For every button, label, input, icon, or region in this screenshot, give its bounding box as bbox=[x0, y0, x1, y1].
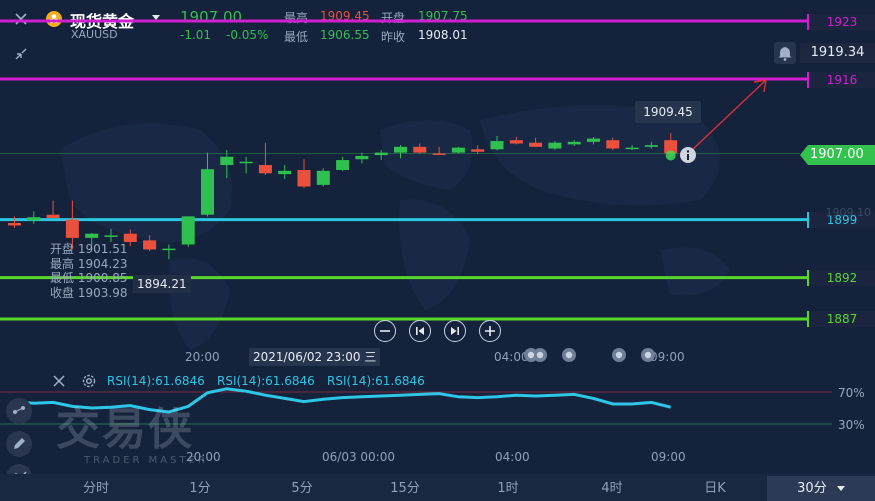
candle-body-24 bbox=[471, 149, 485, 152]
candle-body-27 bbox=[529, 142, 543, 147]
candle-body-22 bbox=[432, 153, 446, 155]
ohlc-low-label: 最低 bbox=[50, 271, 75, 285]
low-marker: 1894.21 bbox=[133, 275, 191, 293]
candle-body-5 bbox=[104, 235, 118, 237]
candle-body-26 bbox=[509, 140, 523, 144]
watermark-logo: 交易侠 bbox=[56, 404, 194, 455]
level-tag-1887[interactable]: 1887 bbox=[807, 311, 875, 327]
candle-body-16 bbox=[316, 170, 330, 185]
ohlc-high-label: 最高 bbox=[50, 256, 75, 271]
candle-body-19 bbox=[374, 152, 388, 156]
tab-daily[interactable]: 日K bbox=[685, 476, 745, 501]
candle-body-20 bbox=[394, 146, 407, 153]
ohlc-high-value: 1904.23 bbox=[77, 256, 128, 271]
candle-body-12 bbox=[239, 161, 253, 164]
candle-body-18 bbox=[355, 155, 369, 160]
candle-body-7 bbox=[143, 240, 157, 250]
candle-body-15 bbox=[297, 170, 311, 187]
event-markers[interactable] bbox=[520, 346, 670, 366]
tab-4hour[interactable]: 4时 bbox=[582, 476, 642, 501]
tab-30min-selected[interactable]: 30分 bbox=[767, 476, 875, 501]
time-label-1: 20:00 bbox=[185, 350, 220, 364]
bell-icon[interactable] bbox=[774, 42, 796, 64]
time-label-lower-2: 06/03 00:00 bbox=[322, 450, 395, 464]
live-price-dot bbox=[665, 150, 676, 161]
annotation-arrow-line bbox=[691, 79, 767, 151]
tab-30min-label: 30分 bbox=[797, 481, 827, 496]
time-label-lower-1: 20:00 bbox=[186, 450, 221, 464]
candle-body-29 bbox=[567, 141, 581, 145]
info-icon[interactable] bbox=[680, 147, 696, 163]
crosshair-date: 2021/06/02 23:00 三 bbox=[249, 348, 381, 366]
pencil-icon[interactable] bbox=[6, 431, 32, 457]
level-tag-1892[interactable]: 1892 bbox=[807, 270, 875, 286]
candle-body-9 bbox=[181, 216, 195, 245]
zoom-out-button[interactable] bbox=[374, 320, 396, 342]
candle-body-8 bbox=[162, 248, 176, 251]
candle-body-30 bbox=[587, 138, 600, 142]
rsi-level-70: 70% bbox=[838, 386, 865, 400]
candle-body-25 bbox=[490, 141, 504, 150]
tab-5min[interactable]: 5分 bbox=[272, 476, 332, 501]
candle-body-4 bbox=[85, 233, 99, 238]
ohlc-open-label: 开盘 bbox=[50, 242, 75, 256]
chevron-down-icon bbox=[836, 486, 845, 491]
candle-body-6 bbox=[123, 233, 137, 243]
ohlc-open-value: 1901.51 bbox=[77, 242, 128, 256]
tab-1hour[interactable]: 1时 bbox=[478, 476, 538, 501]
level-tag-1923[interactable]: 1923 bbox=[807, 14, 875, 30]
candle-body-3 bbox=[65, 219, 79, 238]
tab-1min[interactable]: 1分 bbox=[170, 476, 230, 501]
chart-app: 现货黄金 XAUUSD 1907.00 -1.01 -0.05% 最高 1909… bbox=[0, 0, 875, 501]
time-label-lower-4: 09:00 bbox=[651, 450, 686, 464]
candle-body-17 bbox=[336, 160, 350, 170]
level-tag-1916[interactable]: 1916 bbox=[807, 72, 875, 88]
zoom-in-button[interactable] bbox=[479, 320, 501, 342]
rsi-level-30: 30% bbox=[838, 418, 865, 432]
candle-body-0 bbox=[8, 222, 21, 226]
ohlc-popup: 开盘 1901.51 最高 1904.23 最低 1900.85 收盘 1903… bbox=[50, 242, 127, 300]
ohlc-close-label: 收盘 bbox=[50, 285, 75, 300]
candle-body-23 bbox=[451, 147, 465, 153]
candle-body-2 bbox=[46, 214, 60, 219]
candle-body-31 bbox=[606, 140, 620, 149]
scroll-end-button[interactable] bbox=[444, 320, 466, 342]
drawing-tools-icon[interactable] bbox=[6, 398, 32, 424]
candle-body-28 bbox=[548, 142, 562, 149]
ohlc-close-value: 1903.98 bbox=[77, 285, 128, 300]
high-tooltip: 1909.45 bbox=[635, 101, 701, 123]
candle-body-32 bbox=[625, 147, 639, 150]
candle-body-10 bbox=[201, 169, 214, 215]
axis-label-faded: 1909.10 bbox=[825, 206, 872, 219]
candlestick-chart[interactable] bbox=[0, 0, 875, 340]
candle-body-21 bbox=[413, 146, 427, 153]
candle-body-33 bbox=[644, 145, 658, 147]
candle-body-13 bbox=[258, 165, 272, 174]
ohlc-low-value: 1900.85 bbox=[77, 271, 128, 285]
tab-tick[interactable]: 分时 bbox=[66, 476, 126, 501]
alert-price[interactable]: 1919.34 bbox=[800, 43, 875, 63]
candle-body-14 bbox=[278, 170, 292, 175]
current-price-tag: 1907.00 bbox=[800, 145, 875, 165]
candle-body-11 bbox=[220, 156, 234, 166]
tab-15min[interactable]: 15分 bbox=[375, 476, 435, 501]
current-price-tag-label: 1907.00 bbox=[810, 147, 864, 162]
scroll-start-button[interactable] bbox=[409, 320, 431, 342]
candle-body-1 bbox=[27, 217, 41, 221]
time-label-lower-3: 04:00 bbox=[495, 450, 530, 464]
chart-nav-controls bbox=[374, 320, 502, 342]
